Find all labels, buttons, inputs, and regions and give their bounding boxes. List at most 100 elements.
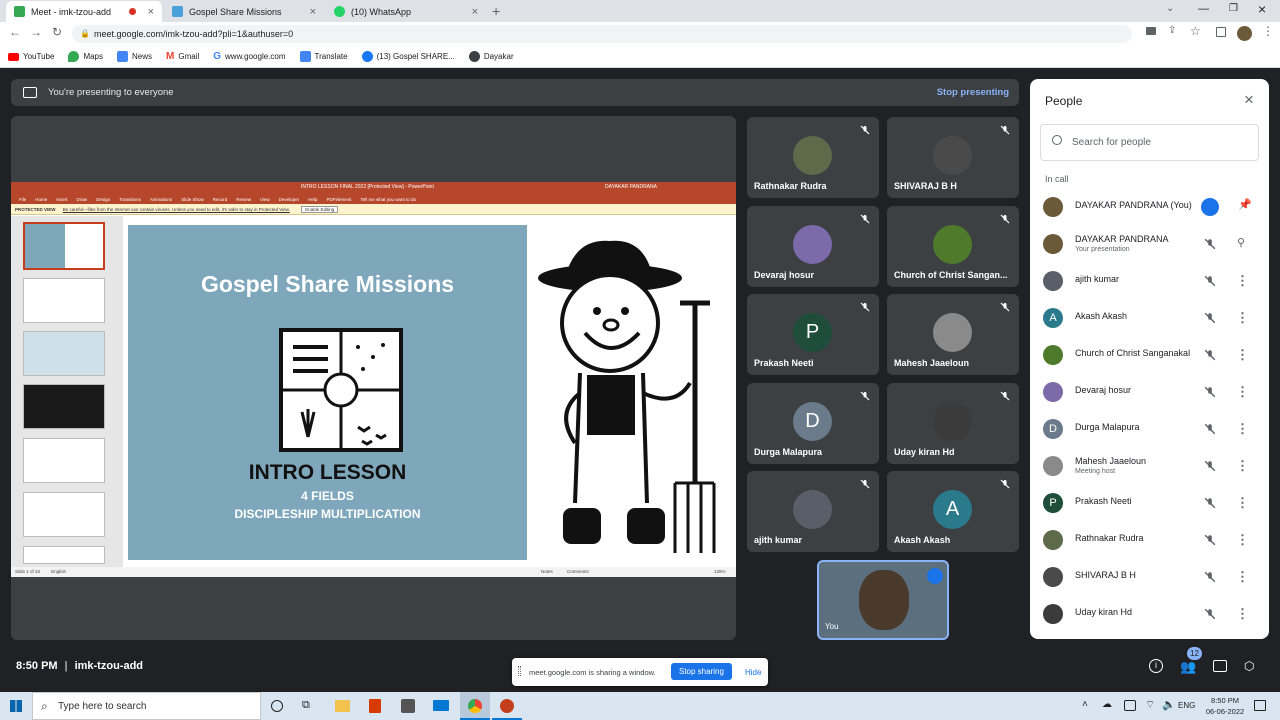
participant-tile[interactable]: Rathnakar Rudra bbox=[747, 117, 879, 198]
volume-icon[interactable]: 🔈 bbox=[1162, 698, 1176, 711]
participant-tile[interactable]: Devaraj hosur bbox=[747, 206, 879, 287]
taskbar-search-input[interactable]: ⌕ Type here to search bbox=[32, 692, 261, 720]
thumbnail-slide-2[interactable] bbox=[23, 278, 105, 323]
notifications-icon[interactable] bbox=[1254, 700, 1266, 711]
more-options-icon[interactable]: ⋮ bbox=[1236, 421, 1249, 437]
close-icon[interactable]: × bbox=[472, 6, 478, 18]
minimize-button[interactable]: — bbox=[1198, 3, 1209, 15]
share-icon[interactable]: ⇪ bbox=[1168, 25, 1176, 36]
pin-icon[interactable]: 📌 bbox=[1238, 198, 1252, 211]
meeting-details-icon[interactable]: i bbox=[1149, 659, 1163, 673]
mail-icon[interactable] bbox=[433, 700, 449, 711]
person-row[interactable]: A Akash Akash ⋮ bbox=[1030, 300, 1269, 337]
battery-icon[interactable] bbox=[1124, 700, 1136, 711]
tab-search-chevron-icon[interactable]: ⌄ bbox=[1166, 3, 1174, 14]
participant-tile[interactable]: A Akash Akash bbox=[887, 471, 1019, 552]
ribbon-tab[interactable]: Help bbox=[308, 197, 317, 202]
close-icon[interactable]: × bbox=[148, 6, 154, 18]
participant-tile[interactable]: P Prakash Neeti bbox=[747, 294, 879, 375]
cloud-icon[interactable]: ☁ bbox=[1102, 699, 1112, 710]
more-options-icon[interactable]: ⋮ bbox=[1236, 495, 1249, 511]
participant-tile[interactable]: ajith kumar bbox=[747, 471, 879, 552]
file-explorer-icon[interactable] bbox=[335, 700, 350, 712]
windows-start-icon[interactable] bbox=[10, 700, 22, 712]
thumbnail-slide-7[interactable] bbox=[23, 546, 105, 564]
tab-meet[interactable]: Meet - imk-tzou-add × bbox=[6, 1, 162, 22]
participant-tile[interactable]: Church of Christ Sangan... bbox=[887, 206, 1019, 287]
side-panel-icon[interactable] bbox=[1216, 27, 1226, 37]
ribbon-tab[interactable]: Record bbox=[213, 197, 228, 202]
more-options-icon[interactable]: ⋮ bbox=[1236, 569, 1249, 585]
bookmark-gospel-share[interactable]: (13) Gospel SHARE... bbox=[361, 51, 455, 62]
person-row[interactable]: DAYAKAR PANDRANA Your presentation ⚲ bbox=[1030, 226, 1269, 263]
thumbnail-slide-4[interactable] bbox=[23, 384, 105, 429]
more-options-icon[interactable]: ⋮ bbox=[1236, 347, 1249, 363]
person-row[interactable]: Mahesh Jaaeloun Meeting host ⋮ bbox=[1030, 448, 1269, 485]
tray-chevron-icon[interactable]: ˄ bbox=[1082, 699, 1088, 710]
chrome-taskbar-button[interactable] bbox=[460, 692, 490, 720]
person-row[interactable]: P Prakash Neeti ⋮ bbox=[1030, 485, 1269, 522]
unpin-icon[interactable]: ⚲ bbox=[1237, 236, 1245, 249]
ribbon-tab[interactable]: PDFelement bbox=[326, 197, 351, 202]
close-panel-icon[interactable]: × bbox=[1244, 90, 1254, 110]
ribbon-tab[interactable]: Animations bbox=[150, 197, 172, 202]
chat-icon[interactable] bbox=[1213, 660, 1227, 672]
close-icon[interactable]: × bbox=[310, 6, 316, 18]
participant-tile[interactable]: Uday kiran Hd bbox=[887, 383, 1019, 464]
ribbon-tab[interactable]: Transitions bbox=[119, 197, 141, 202]
person-row[interactable]: Uday kiran Hd ⋮ bbox=[1030, 596, 1269, 633]
more-options-icon[interactable]: ⋮ bbox=[1236, 384, 1249, 400]
stop-presenting-button[interactable]: Stop presenting bbox=[937, 87, 1009, 98]
close-window-button[interactable]: × bbox=[1258, 1, 1266, 17]
participant-tile[interactable]: SHIVARAJ B H bbox=[887, 117, 1019, 198]
ribbon-tab[interactable]: Insert bbox=[56, 197, 67, 202]
person-row[interactable]: Devaraj hosur ⋮ bbox=[1030, 374, 1269, 411]
enable-editing-button[interactable]: Enable Editing bbox=[301, 206, 339, 213]
ribbon-tab[interactable]: Developer bbox=[279, 197, 300, 202]
thumbnail-slide-5[interactable] bbox=[23, 438, 105, 483]
tab-whatsapp[interactable]: (10) WhatsApp × bbox=[326, 1, 486, 22]
wifi-icon[interactable]: ⌔ bbox=[1145, 698, 1155, 712]
bookmark-translate[interactable]: Translate bbox=[299, 51, 348, 62]
more-options-icon[interactable]: ⋮ bbox=[1236, 458, 1249, 474]
restore-button[interactable]: ❐ bbox=[1229, 3, 1238, 14]
person-row[interactable]: DAYAKAR PANDRANA (You) 📌 bbox=[1030, 189, 1269, 226]
bookmark-google[interactable]: Gwww.google.com bbox=[213, 51, 285, 62]
bookmark-youtube[interactable]: YouTube bbox=[8, 52, 54, 61]
bookmark-maps[interactable]: Maps bbox=[68, 51, 103, 62]
camera-in-use-icon[interactable] bbox=[1146, 27, 1156, 35]
more-options-icon[interactable]: ⋮ bbox=[1236, 606, 1249, 622]
person-row[interactable]: Rathnakar Rudra ⋮ bbox=[1030, 522, 1269, 559]
bookmark-star-icon[interactable]: ☆ bbox=[1190, 24, 1201, 38]
zoom-level[interactable]: 125% bbox=[714, 569, 726, 574]
forward-arrow-icon[interactable]: → bbox=[30, 25, 42, 39]
menu-dots-icon[interactable]: ⋮ bbox=[1262, 24, 1274, 38]
thumbnail-slide-3[interactable] bbox=[23, 331, 105, 376]
participant-tile[interactable]: D Durga Malapura bbox=[747, 383, 879, 464]
more-options-icon[interactable]: ⋮ bbox=[1236, 532, 1249, 548]
url-input[interactable]: 🔒 meet.google.com/imk-tzou-add?pli=1&aut… bbox=[72, 25, 1132, 43]
ribbon-tab[interactable]: Review bbox=[236, 197, 251, 202]
bookmark-news[interactable]: News bbox=[117, 51, 152, 62]
ribbon-tab[interactable]: Home bbox=[35, 197, 47, 202]
profile-avatar[interactable] bbox=[1237, 26, 1252, 41]
new-tab-button[interactable]: + bbox=[492, 3, 500, 19]
ribbon-tab[interactable]: Design bbox=[96, 197, 110, 202]
ribbon-tab[interactable]: Slide Show bbox=[181, 197, 204, 202]
office-app-icon[interactable] bbox=[369, 699, 381, 713]
task-view-icon[interactable]: ⧉ bbox=[302, 699, 310, 712]
system-clock[interactable]: 8:50 PM 06-06-2022 bbox=[1202, 695, 1248, 717]
person-row[interactable]: D Durga Malapura ⋮ bbox=[1030, 411, 1269, 448]
self-view-tile[interactable]: You bbox=[817, 560, 949, 640]
people-icon[interactable]: 👥 bbox=[1180, 659, 1196, 675]
stop-sharing-button[interactable]: Stop sharing bbox=[671, 663, 732, 680]
more-options-icon[interactable]: ⋮ bbox=[1236, 310, 1249, 326]
ribbon-tab[interactable]: Draw bbox=[77, 197, 88, 202]
bookmark-gmail[interactable]: M Gmail bbox=[166, 51, 199, 62]
notes-button[interactable]: Notes bbox=[541, 569, 553, 574]
participant-tile[interactable]: Mahesh Jaaeloun bbox=[887, 294, 1019, 375]
language-indicator[interactable]: ENG bbox=[1178, 701, 1195, 710]
store-icon[interactable] bbox=[401, 699, 415, 713]
thumbnail-slide-1[interactable] bbox=[23, 222, 105, 270]
bookmark-dayakar[interactable]: Dayakar bbox=[468, 51, 514, 62]
